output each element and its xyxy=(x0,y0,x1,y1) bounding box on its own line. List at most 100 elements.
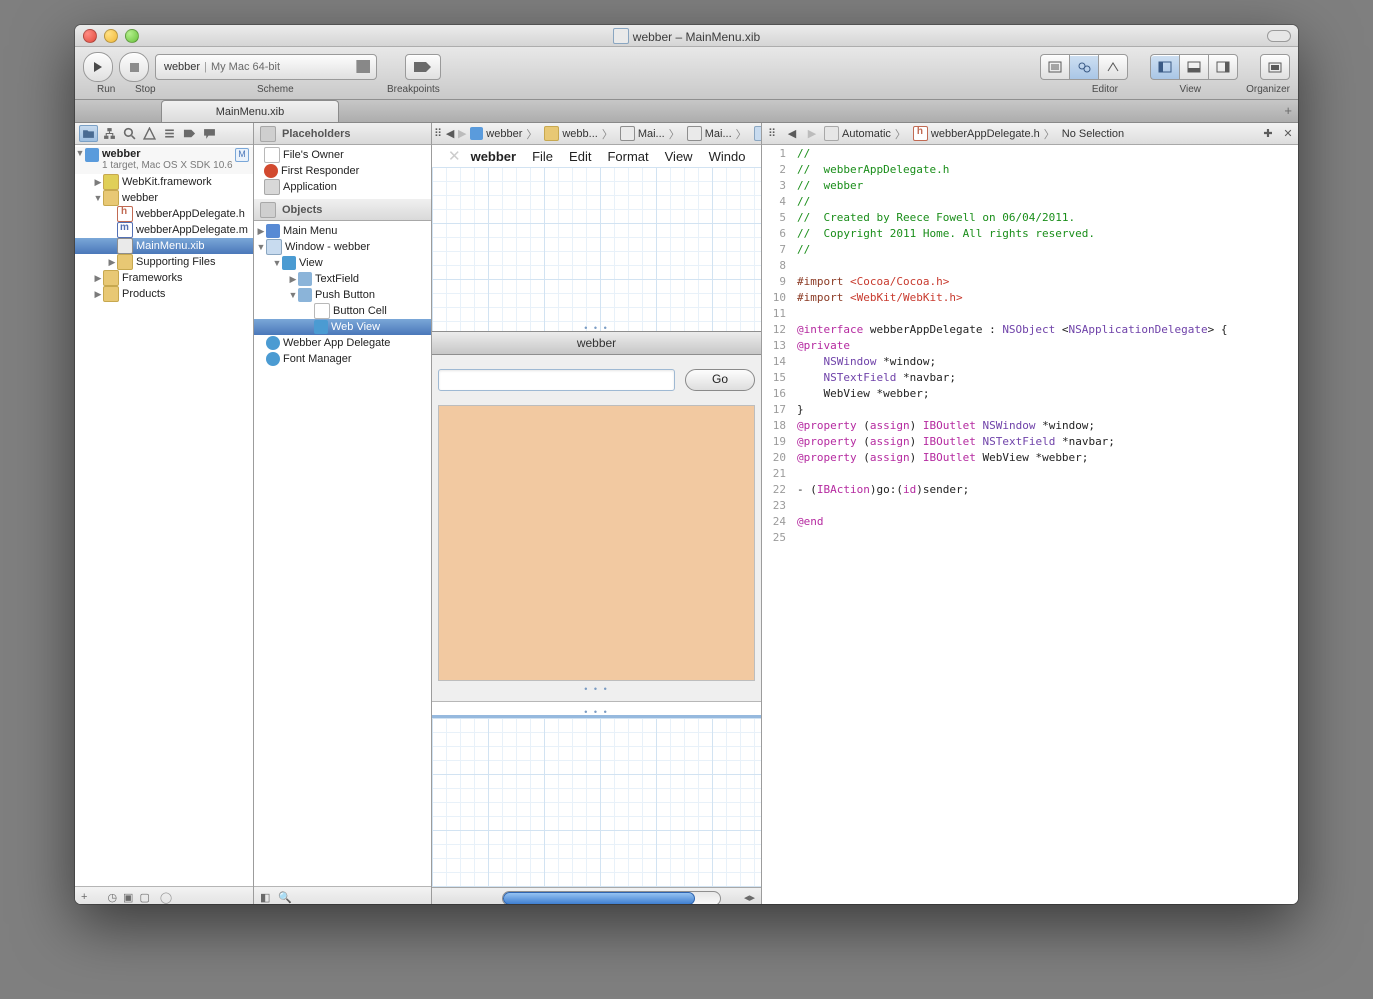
canvas[interactable]: ✕ webber File Edit Format View Windo • •… xyxy=(432,145,761,904)
code-line[interactable]: @property (assign) IBOutlet NSWindow *wi… xyxy=(797,418,1228,434)
code-line[interactable]: // xyxy=(797,194,1228,210)
code-line[interactable]: - (IBAction)go:(id)sender; xyxy=(797,482,1228,498)
add-assistant-button[interactable]: ✚ xyxy=(1258,125,1278,143)
breadcrumb-item[interactable]: webb...〉 xyxy=(542,126,617,142)
sim-menu-format[interactable]: Format xyxy=(607,149,648,164)
sim-menu-window[interactable]: Windo xyxy=(709,149,746,164)
project-file[interactable]: WebKit.framework xyxy=(75,174,253,190)
code-line[interactable]: #import <Cocoa/Cocoa.h> xyxy=(797,274,1228,290)
code-line[interactable]: NSTextField *navbar; xyxy=(797,370,1228,386)
breakpoint-navigator-tab[interactable] xyxy=(181,126,198,141)
sim-window-titlebar[interactable]: webber xyxy=(432,331,761,355)
assistant-editor-button[interactable] xyxy=(1069,54,1098,80)
sim-menu-edit[interactable]: Edit xyxy=(569,149,591,164)
source-editor[interactable]: 1234567891011121314151617181920212223242… xyxy=(762,145,1298,904)
tab-mainmenu-xib[interactable]: MainMenu.xib xyxy=(161,100,339,122)
log-navigator-tab[interactable] xyxy=(201,126,218,141)
close-sim-menubar-icon[interactable]: ✕ xyxy=(448,147,461,165)
scrollbar-knob[interactable] xyxy=(503,892,695,904)
outline-item[interactable]: Button Cell xyxy=(254,303,431,319)
code-line[interactable]: @private xyxy=(797,338,1228,354)
disclosure-icon[interactable] xyxy=(93,177,103,188)
add-button[interactable]: + xyxy=(81,891,87,903)
code-line[interactable] xyxy=(797,306,1228,322)
outline-item[interactable]: Push Button xyxy=(254,287,431,303)
code-line[interactable]: @property (assign) IBOutlet NSTextField … xyxy=(797,434,1228,450)
version-editor-button[interactable] xyxy=(1098,54,1128,80)
breakpoints-button[interactable] xyxy=(405,54,441,80)
disclosure-icon[interactable] xyxy=(107,257,117,268)
scm-filter-icon[interactable]: ▣ xyxy=(123,891,133,904)
add-tab-button[interactable]: + xyxy=(1284,103,1292,118)
project-file[interactable]: Products xyxy=(75,286,253,302)
forward-button[interactable]: ▶ xyxy=(802,125,822,143)
editor-file-crumb[interactable]: webberAppDelegate.h〉 xyxy=(911,123,1060,144)
project-file[interactable]: webber xyxy=(75,190,253,206)
close-assistant-button[interactable]: ✕ xyxy=(1278,125,1298,143)
code-line[interactable] xyxy=(797,466,1228,482)
disclosure-icon[interactable] xyxy=(288,290,298,300)
related-items-button[interactable]: ⠿ xyxy=(762,125,782,143)
outline-item[interactable]: Window - webber xyxy=(254,239,431,255)
disclosure-icon[interactable] xyxy=(272,258,282,268)
organizer-button[interactable] xyxy=(1260,54,1290,80)
debug-toggle[interactable] xyxy=(1179,54,1208,80)
outline-item[interactable]: TextField xyxy=(254,271,431,287)
sim-menu-file[interactable]: File xyxy=(532,149,553,164)
outline-item[interactable]: Main Menu xyxy=(254,223,431,239)
horizontal-scrollbar[interactable] xyxy=(502,891,721,904)
resize-handle-icon[interactable]: • • • xyxy=(582,707,612,713)
navigator-toggle[interactable] xyxy=(1150,54,1179,80)
disclosure-icon[interactable] xyxy=(93,289,103,300)
disclosure-icon[interactable] xyxy=(93,193,103,203)
code-line[interactable]: @interface webberAppDelegate : NSObject … xyxy=(797,322,1228,338)
run-button[interactable] xyxy=(83,52,113,82)
project-file[interactable]: webberAppDelegate.m xyxy=(75,222,253,238)
debug-navigator-tab[interactable] xyxy=(161,126,178,141)
placeholder-item[interactable]: First Responder xyxy=(254,163,431,179)
filter-field-icon[interactable]: ◯ xyxy=(160,891,172,904)
scroll-stepper-icon[interactable]: ◂▸ xyxy=(744,891,755,904)
outline-filter-icon[interactable]: 🔍 xyxy=(278,891,292,904)
code-line[interactable]: @property (assign) IBOutlet WebView *web… xyxy=(797,450,1228,466)
outline-item[interactable]: Web View xyxy=(254,319,431,335)
web-view[interactable] xyxy=(438,405,755,681)
code-line[interactable] xyxy=(797,498,1228,514)
editor-selection-crumb[interactable]: No Selection xyxy=(1060,123,1128,144)
toolbar-toggle-pill[interactable] xyxy=(1267,30,1291,42)
sim-menu-view[interactable]: View xyxy=(665,149,693,164)
code-content[interactable]: //// webberAppDelegate.h// webber//// Cr… xyxy=(791,145,1234,904)
url-textfield[interactable] xyxy=(438,369,675,391)
code-line[interactable]: // xyxy=(797,146,1228,162)
stop-button[interactable] xyxy=(119,52,149,82)
back-button[interactable]: ◀ xyxy=(782,125,802,143)
standard-editor-button[interactable] xyxy=(1040,54,1069,80)
disclosure-icon[interactable] xyxy=(288,274,298,285)
placeholder-item[interactable]: Application xyxy=(254,179,431,195)
placeholder-item[interactable]: File's Owner xyxy=(254,147,431,163)
resize-handle-icon[interactable]: • • • xyxy=(582,323,612,329)
outline-toggle-icon[interactable]: ◧ xyxy=(260,891,270,904)
project-file[interactable]: MainMenu.xib xyxy=(75,238,253,254)
code-line[interactable]: // xyxy=(797,242,1228,258)
back-button[interactable]: ◀ xyxy=(444,125,456,143)
editor-mode-crumb[interactable]: Automatic〉 xyxy=(822,123,911,144)
code-line[interactable]: @end xyxy=(797,514,1228,530)
code-line[interactable]: NSWindow *window; xyxy=(797,354,1228,370)
project-file[interactable]: webberAppDelegate.h xyxy=(75,206,253,222)
related-items-button[interactable]: ⠿ xyxy=(432,125,444,143)
project-file[interactable]: Frameworks xyxy=(75,270,253,286)
scheme-selector[interactable]: webber | My Mac 64-bit ▲▼ xyxy=(155,54,377,80)
code-line[interactable]: // webber xyxy=(797,178,1228,194)
symbol-navigator-tab[interactable] xyxy=(101,126,118,141)
code-line[interactable]: #import <WebKit/WebKit.h> xyxy=(797,290,1228,306)
outline-item[interactable]: View xyxy=(254,255,431,271)
code-line[interactable]: // Copyright 2011 Home. All rights reser… xyxy=(797,226,1228,242)
sim-menu-app[interactable]: webber xyxy=(471,149,517,164)
breadcrumb-item[interactable]: Win...〉 xyxy=(752,126,761,142)
disclosure-icon[interactable] xyxy=(256,226,266,237)
project-tree[interactable]: webber 1 target, Mac OS X SDK 10.6 M Web… xyxy=(75,145,253,886)
code-line[interactable]: // webberAppDelegate.h xyxy=(797,162,1228,178)
project-navigator-tab[interactable] xyxy=(79,125,98,142)
search-navigator-tab[interactable] xyxy=(121,126,138,141)
